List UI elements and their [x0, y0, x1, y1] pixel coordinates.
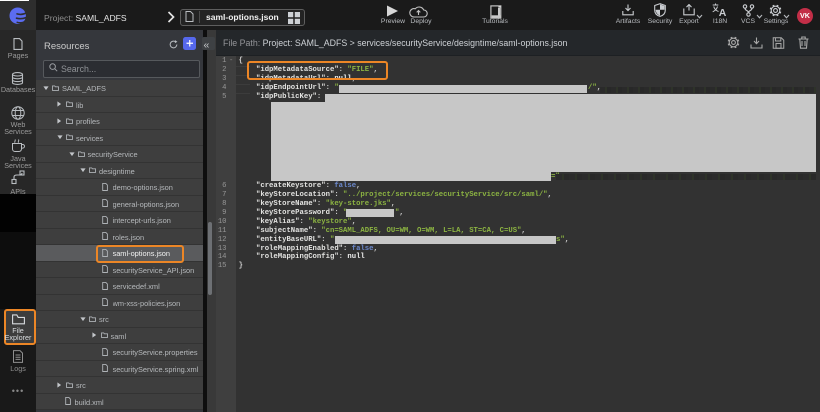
svg-text:A: A: [719, 7, 727, 17]
